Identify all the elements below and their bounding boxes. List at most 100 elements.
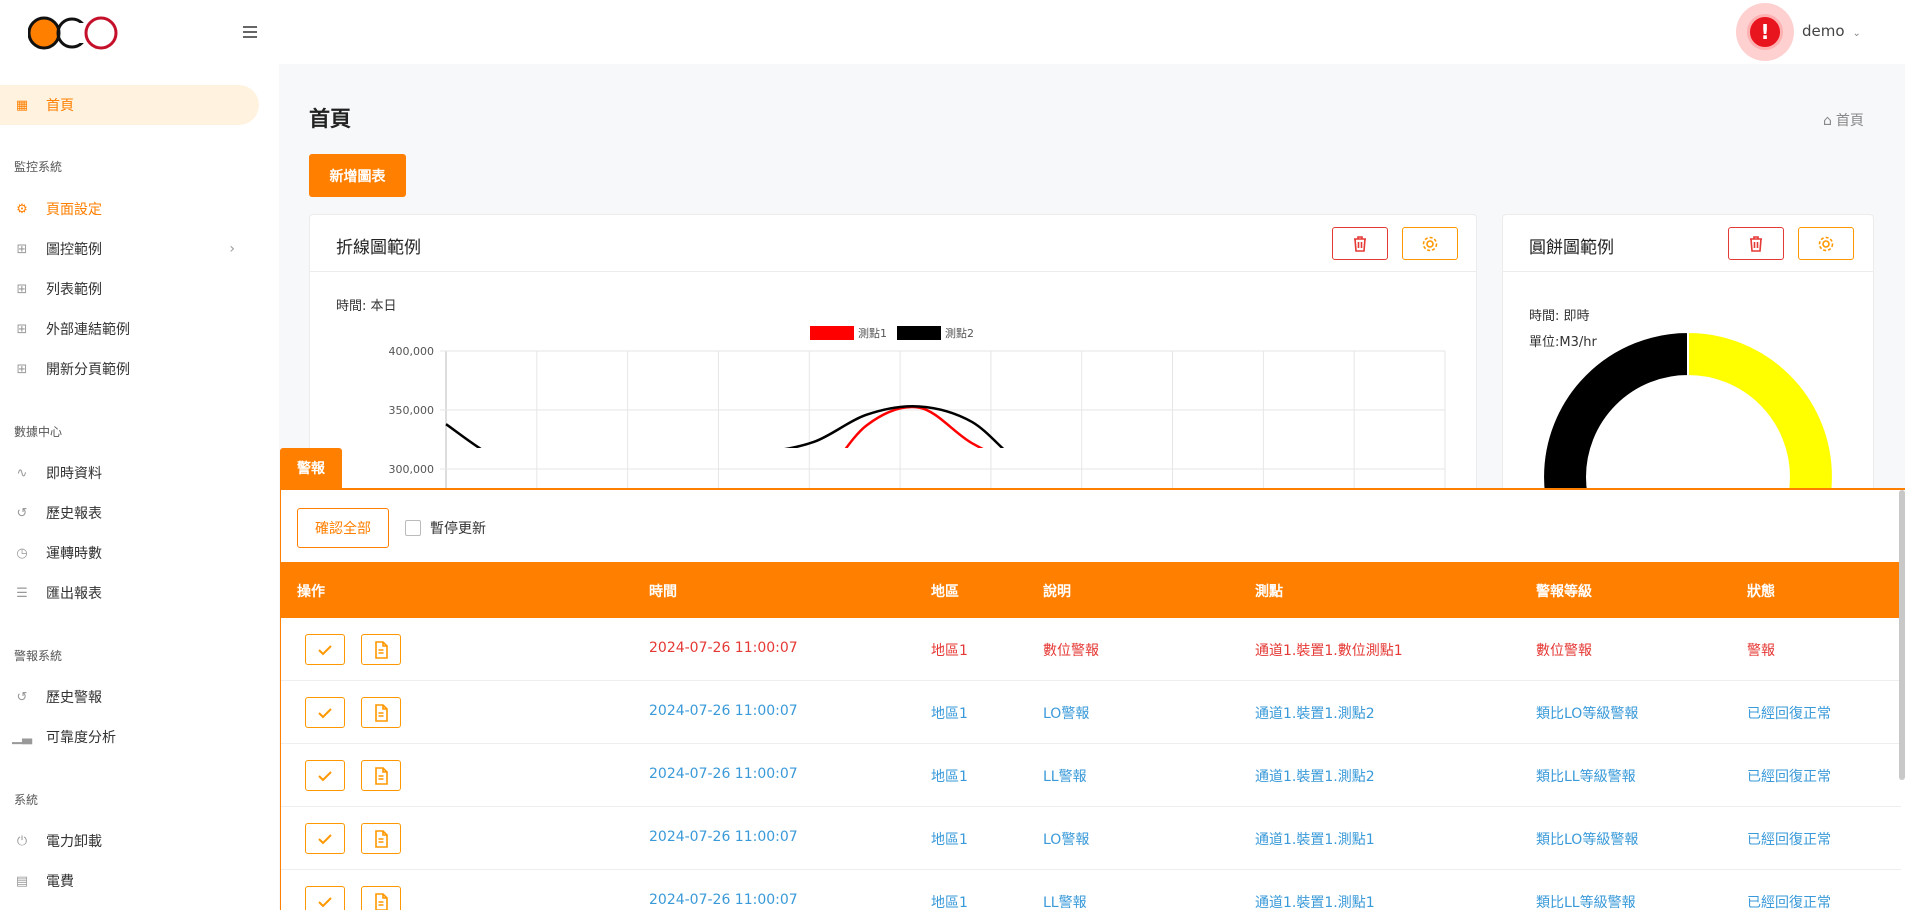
chevron-down-icon: ⌄ <box>1852 28 1861 39</box>
add-chart-button[interactable]: 新增圖表 <box>309 154 406 197</box>
sidebar-item-label: 電費 <box>46 874 74 890</box>
detail-button[interactable] <box>361 760 401 791</box>
cell-point: 通道1.裝置1.測點2 <box>1255 706 1375 722</box>
detail-button[interactable] <box>361 886 401 910</box>
table-row: 2024-07-26 11:00:07 地區1 LL警報 通道1.裝置1.測點2 類比L… <box>281 744 1901 807</box>
acknowledge-button[interactable] <box>305 760 345 791</box>
menu-toggle-icon[interactable] <box>243 26 257 38</box>
cell-point: 通道1.裝置1.測點2 <box>1255 769 1375 785</box>
section-alarm-system: 警報系統 <box>14 649 63 663</box>
bar-chart-icon: ▁▃ <box>12 729 32 745</box>
check-icon <box>318 644 332 655</box>
acknowledge-button[interactable] <box>305 697 345 728</box>
scrollbar[interactable] <box>1899 490 1905 780</box>
cell-level: 類比LO等級警報 <box>1536 706 1639 722</box>
page-title: 首頁 <box>309 107 351 131</box>
sidebar-item-realtime[interactable]: ∿ 即時資料 <box>0 453 259 493</box>
cell-time: 2024-07-26 11:00:07 <box>649 829 798 845</box>
acknowledge-button[interactable] <box>305 634 345 665</box>
section-system: 系統 <box>14 793 39 807</box>
check-icon <box>318 707 332 718</box>
section-data-center: 數據中心 <box>14 425 63 439</box>
cell-status: 已經回復正常 <box>1747 769 1831 785</box>
cell-time: 2024-07-26 11:00:07 <box>649 703 798 719</box>
cell-level: 類比LO等級警報 <box>1536 832 1639 848</box>
cell-point: 通道1.裝置1.測點1 <box>1255 895 1375 910</box>
cell-desc: 數位警報 <box>1043 643 1099 659</box>
user-menu[interactable]: demo ⌄ <box>1802 22 1861 40</box>
alarm-tab[interactable]: 警報 <box>280 448 342 488</box>
table-row: 2024-07-26 11:00:07 地區1 LO警報 通道1.裝置1.測點1 類比L… <box>281 807 1901 870</box>
check-icon <box>318 896 332 907</box>
sidebar-item-electricity-fee[interactable]: ▤ 電費 <box>0 861 259 901</box>
dashboard-icon: ▦ <box>15 97 29 113</box>
sidebar-item-new-tab[interactable]: ⊞ 開新分頁範例 <box>0 349 259 389</box>
sidebar-item-export-report[interactable]: ☰ 匯出報表 <box>0 573 259 613</box>
cell-level: 數位警報 <box>1536 643 1592 659</box>
sidebar-item-graphic-example[interactable]: ⊞ 圖控範例 › <box>0 229 259 269</box>
table-row: 2024-07-26 11:00:07 地區1 LO警報 通道1.裝置1.測點2 類比L… <box>281 681 1901 744</box>
cell-point: 通道1.裝置1.測點1 <box>1255 832 1375 848</box>
alert-icon-symbol: ! <box>1747 14 1783 50</box>
column-header: 警報等級 <box>1536 584 1592 600</box>
sidebar-item-load-shedding[interactable]: ⏻ 電力卸載 <box>0 821 259 861</box>
grid-icon: ⊞ <box>16 361 28 377</box>
line-chart: 400,000 350,000 300,000 <box>389 345 1446 495</box>
acknowledge-button[interactable] <box>305 886 345 910</box>
check-icon <box>318 770 332 781</box>
oco-logo[interactable] <box>28 15 120 51</box>
cell-level: 類比LL等級警報 <box>1536 769 1636 785</box>
cell-area: 地區1 <box>931 706 968 722</box>
history-icon: ↺ <box>16 505 28 521</box>
y-tick-label: 350,000 <box>389 404 435 417</box>
section-monitoring: 監控系統 <box>14 160 63 174</box>
sidebar-item-reliability[interactable]: ▁▃ 可靠度分析 <box>0 717 259 757</box>
breadcrumb[interactable]: ⌂ 首頁 <box>1823 110 1864 130</box>
acknowledge-all-button[interactable]: 確認全部 <box>297 508 389 548</box>
sidebar-item-history-report[interactable]: ↺ 歷史報表 <box>0 493 259 533</box>
detail-button[interactable] <box>361 823 401 854</box>
grid-icon: ⊞ <box>16 321 28 337</box>
history-icon: ↺ <box>16 689 28 705</box>
alarm-panel: 確認全部 暫停更新 操作 時間 地區 說明 測點 警報等級 狀態 2024-07… <box>280 488 1905 910</box>
bill-icon: ▤ <box>15 873 29 889</box>
sidebar-item-runtime-hours[interactable]: ◷ 運轉時數 <box>0 533 259 573</box>
sidebar-item-label: 匯出報表 <box>46 586 102 602</box>
pause-checkbox[interactable] <box>405 520 421 536</box>
document-icon <box>375 640 388 659</box>
sidebar-item-label: 可靠度分析 <box>46 730 116 746</box>
home-icon: ⌂ <box>1823 113 1832 129</box>
cell-status: 已經回復正常 <box>1747 832 1831 848</box>
cell-desc: LO警報 <box>1043 706 1090 722</box>
check-icon <box>318 833 332 844</box>
cell-area: 地區1 <box>931 643 968 659</box>
column-header: 地區 <box>931 584 959 600</box>
sidebar-item-external-link[interactable]: ⊞ 外部連結範例 <box>0 309 259 349</box>
pause-update-toggle[interactable]: 暫停更新 <box>405 518 486 538</box>
detail-button[interactable] <box>361 634 401 665</box>
power-off-icon: ⏻ <box>16 833 28 849</box>
sidebar-item-page-settings[interactable]: ⚙ 頁面設定 <box>0 189 259 229</box>
y-tick-label: 300,000 <box>389 463 435 476</box>
acknowledge-button[interactable] <box>305 823 345 854</box>
alert-icon[interactable]: ! <box>1736 3 1794 61</box>
sidebar-item-history-alarm[interactable]: ↺ 歷史警報 <box>0 677 259 717</box>
sidebar-item-label: 歷史報表 <box>46 506 102 522</box>
grid-icon: ⊞ <box>16 241 28 257</box>
detail-button[interactable] <box>361 697 401 728</box>
sidebar-item-label: 外部連結範例 <box>46 322 130 338</box>
cell-status: 警報 <box>1747 643 1775 659</box>
sidebar-item-list-example[interactable]: ⊞ 列表範例 <box>0 269 259 309</box>
cell-area: 地區1 <box>931 895 968 910</box>
document-icon <box>375 703 388 722</box>
chevron-right-icon: › <box>229 241 235 257</box>
topbar <box>279 0 1905 64</box>
column-header: 測點 <box>1255 584 1283 600</box>
cell-status: 已經回復正常 <box>1747 895 1831 910</box>
cell-desc: LL警報 <box>1043 895 1087 910</box>
sidebar-item-label: 電力卸載 <box>46 834 102 850</box>
cell-area: 地區1 <box>931 769 968 785</box>
pie-chart <box>1542 330 1834 495</box>
sidebar-item-home[interactable]: ▦ 首頁 <box>0 85 259 125</box>
alarm-table-header: 操作 時間 地區 說明 測點 警報等級 狀態 <box>281 562 1901 618</box>
